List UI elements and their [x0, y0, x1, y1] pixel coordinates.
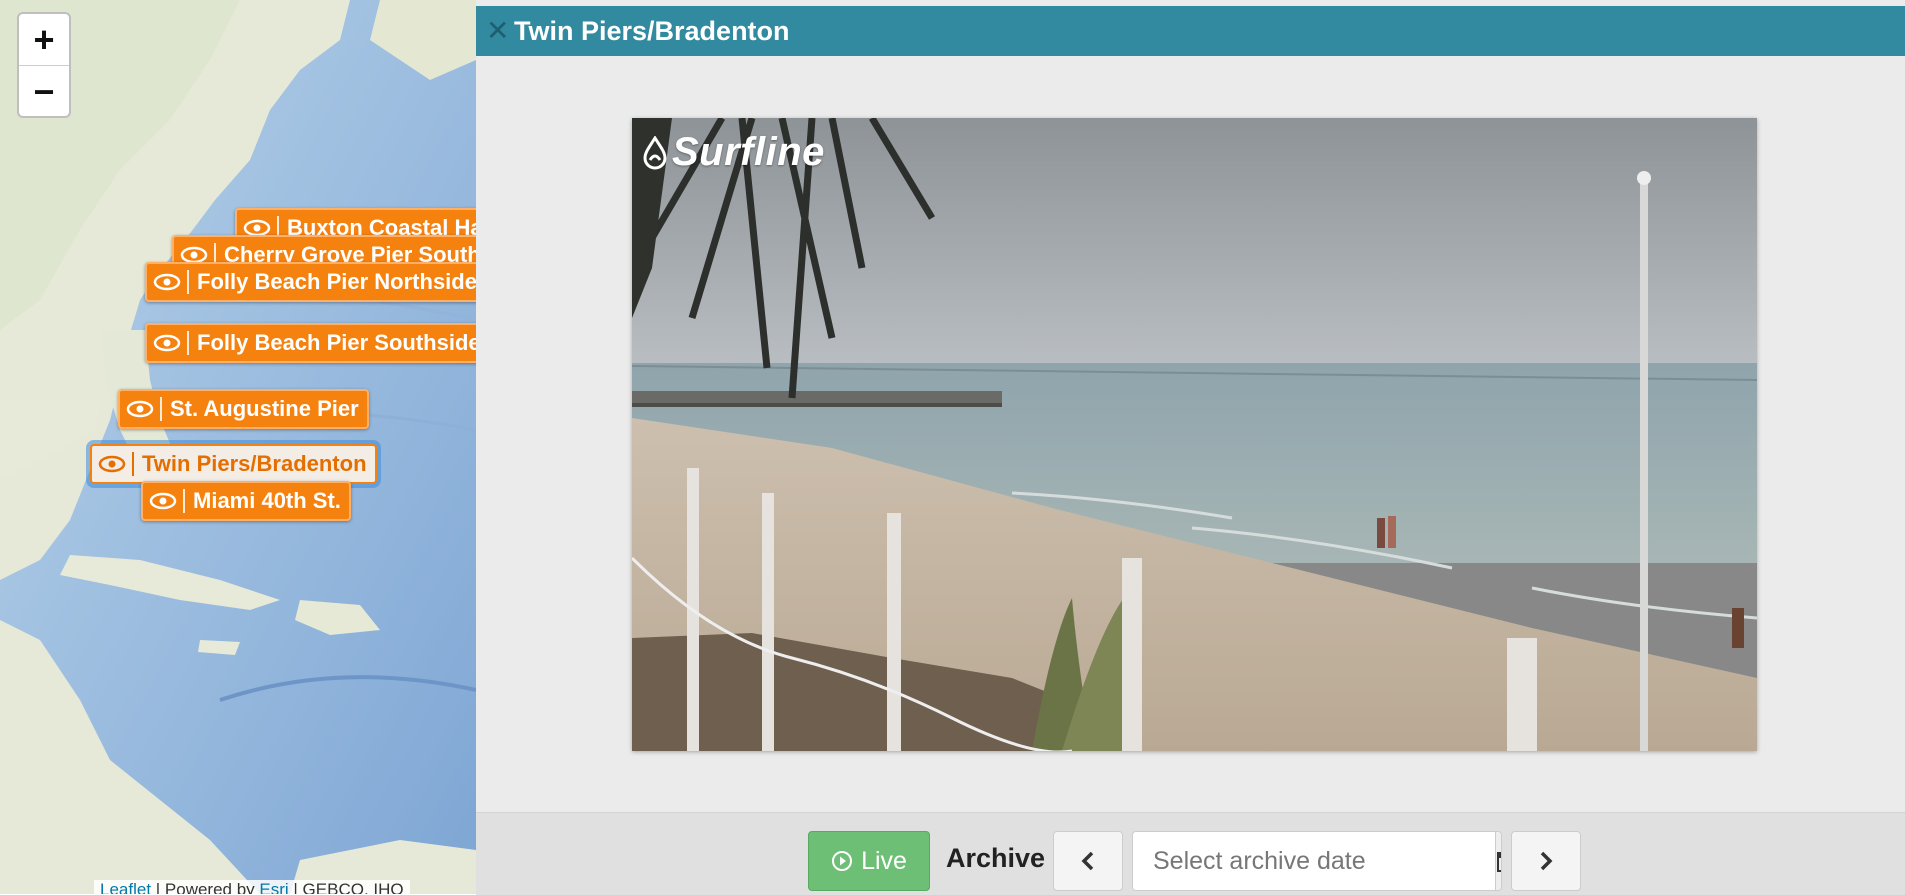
marker-label: Twin Piers/Bradenton	[142, 451, 367, 476]
eye-icon	[149, 492, 177, 510]
map-marker-folly-north[interactable]: Folly Beach Pier Northside	[145, 262, 476, 302]
zoom-in-button[interactable]: +	[19, 14, 69, 65]
map-marker-twin-piers[interactable]: Twin Piers/Bradenton	[90, 444, 377, 484]
playback-controls: Live Archive	[476, 812, 1905, 895]
marker-label: Folly Beach Pier Southside	[197, 330, 476, 355]
map-marker-miami[interactable]: Miami 40th St.	[141, 481, 351, 521]
close-icon[interactable]: ✕	[486, 17, 509, 45]
panel-header: ✕ Twin Piers/Bradenton	[476, 6, 1905, 56]
map-marker-st-augustine[interactable]: St. Augustine Pier	[118, 389, 369, 429]
live-label: Live	[861, 846, 907, 875]
eye-icon	[153, 334, 181, 352]
attribution-text: | Powered by	[151, 880, 260, 894]
marker-separator	[187, 270, 189, 294]
beach-camera-image	[632, 118, 1757, 751]
eye-icon	[126, 400, 154, 418]
panel-title: Twin Piers/Bradenton	[514, 15, 790, 46]
calendar-icon	[1497, 852, 1501, 872]
surfline-logo-text: Surfline	[672, 130, 825, 174]
previous-date-button[interactable]	[1053, 831, 1123, 891]
live-button[interactable]: Live	[808, 831, 930, 891]
zoom-out-button[interactable]: −	[19, 65, 69, 116]
marker-label: Folly Beach Pier Northside	[197, 269, 476, 294]
archive-date-picker	[1132, 831, 1502, 891]
map-attribution: Leaflet | Powered by Esri | GEBCO, IHO	[94, 880, 410, 894]
chevron-left-icon	[1081, 851, 1094, 871]
marker-separator	[187, 331, 189, 355]
marker-separator	[183, 489, 185, 513]
marker-separator	[160, 397, 162, 421]
map-marker-folly-south[interactable]: Folly Beach Pier Southside	[145, 323, 476, 363]
marker-label: Miami 40th St.	[193, 488, 341, 513]
leaflet-link[interactable]: Leaflet	[100, 880, 151, 894]
marker-separator	[132, 452, 134, 476]
surfline-logo: Surfline	[642, 130, 825, 175]
archive-date-input[interactable]	[1133, 832, 1495, 890]
next-date-button[interactable]	[1511, 831, 1581, 891]
eye-icon	[98, 455, 126, 473]
marker-label: St. Augustine Pier	[170, 396, 359, 421]
zoom-control: + −	[17, 12, 71, 118]
eye-icon	[153, 273, 181, 291]
esri-link[interactable]: Esri	[259, 880, 288, 894]
map-view[interactable]: + − Buxton Coastal Hatteras Cherry Grove…	[0, 0, 476, 894]
chevron-right-icon	[1540, 851, 1553, 871]
play-circle-icon	[832, 851, 853, 871]
camera-feed[interactable]: Surfline	[632, 118, 1757, 751]
archive-label: Archive	[946, 843, 1046, 873]
surfline-drop-icon	[643, 135, 667, 169]
attribution-sources: | GEBCO, IHO	[288, 880, 404, 894]
calendar-button[interactable]	[1495, 832, 1501, 890]
camera-panel: ✕ Twin Piers/Bradenton Surfline Live Arc…	[476, 0, 1905, 895]
